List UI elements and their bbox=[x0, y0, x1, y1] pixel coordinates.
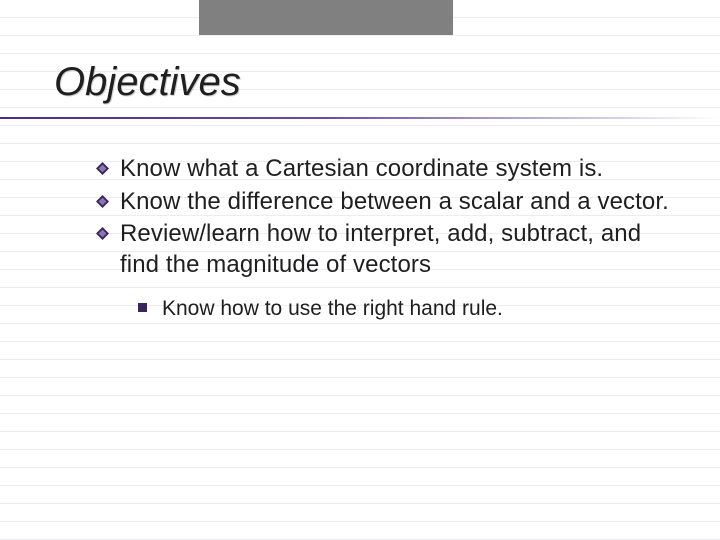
sub-bullet-item: Know how to use the right hand rule. bbox=[138, 295, 678, 322]
bullet-text: Review/learn how to interpret, add, subt… bbox=[120, 220, 641, 278]
sub-bullet-text: Know how to use the right hand rule. bbox=[162, 297, 503, 320]
diamond-bullet-icon bbox=[96, 195, 109, 208]
bullet-text: Know what a Cartesian coordinate system … bbox=[120, 155, 603, 182]
slide-title: Objectives bbox=[54, 60, 241, 105]
bullet-item: Know what a Cartesian coordinate system … bbox=[96, 154, 678, 185]
sub-bullet-list: Know how to use the right hand rule. bbox=[138, 295, 678, 322]
diamond-bullet-icon bbox=[96, 227, 109, 240]
square-bullet-icon bbox=[138, 303, 147, 312]
diamond-bullet-icon bbox=[96, 162, 109, 175]
top-grey-tab bbox=[199, 0, 453, 35]
bullet-list: Know what a Cartesian coordinate system … bbox=[96, 154, 678, 322]
bullet-item: Review/learn how to interpret, add, subt… bbox=[96, 219, 678, 280]
title-underline bbox=[0, 117, 720, 119]
bullet-text: Know the difference between a scalar and… bbox=[120, 188, 669, 215]
bullet-item: Know the difference between a scalar and… bbox=[96, 187, 678, 218]
